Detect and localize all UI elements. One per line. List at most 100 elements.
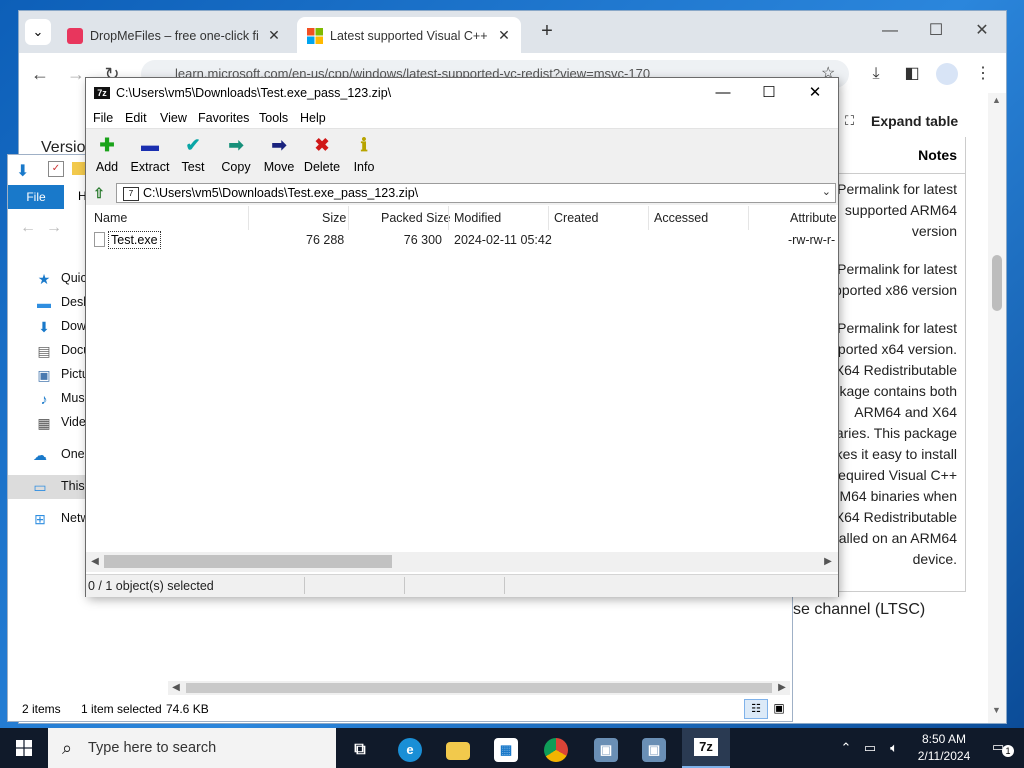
back-arrow-icon[interactable]: ← [20, 219, 36, 237]
app-taskbar-button-1[interactable]: ▣ [582, 732, 630, 768]
app-installer-icon: ▣ [642, 738, 666, 762]
status-divider [504, 577, 505, 594]
column-divider[interactable] [548, 206, 549, 230]
tab-visual-cpp[interactable]: Latest supported Visual C++ Re ✕ [297, 17, 521, 53]
col-size[interactable]: Size [322, 211, 346, 225]
search-placeholder: Type here to search [88, 740, 217, 756]
expand-icon: ⛶ [845, 113, 855, 128]
add-button[interactable]: ✚ Add [90, 133, 124, 177]
task-view-button[interactable]: ⧉ [336, 732, 384, 768]
menu-file[interactable]: File [93, 111, 113, 125]
column-divider[interactable] [648, 206, 649, 230]
list-scroll-thumb[interactable] [104, 555, 392, 568]
tab-dropmefiles[interactable]: DropMeFiles – free one-click fil ✕ [57, 17, 293, 53]
explorer-horizontal-scrollbar[interactable]: ◀ ▶ [168, 681, 790, 695]
col-modified[interactable]: Modified [454, 211, 501, 225]
tab-search-button[interactable]: ⌄ [25, 19, 51, 45]
column-divider[interactable] [448, 206, 449, 230]
menu-favorites[interactable]: Favorites [198, 111, 249, 125]
path-combobox[interactable]: 7 C:\Users\vm5\Downloads\Test.exe_pass_1… [116, 183, 836, 203]
column-divider[interactable] [348, 206, 349, 230]
sevenzip-toolbar: ✚ Add ▬ Extract ✔ Test ➡ Copy ➡ Move ✖ D… [86, 128, 838, 182]
task-view-icon: ⧉ [354, 741, 366, 758]
downloads-icon[interactable]: ⤓ [865, 63, 887, 85]
note-line: device. [912, 551, 957, 567]
sevenzip-close-button[interactable]: ✕ [792, 78, 838, 108]
scroll-right-icon[interactable]: ▶ [820, 554, 836, 570]
sevenzip-taskbar-button[interactable]: 7z [682, 728, 730, 768]
scroll-left-icon[interactable]: ◀ [87, 554, 103, 570]
selection-status: 0 / 1 object(s) selected [88, 579, 214, 593]
column-divider[interactable] [248, 206, 249, 230]
sevenzip-maximize-button[interactable]: ☐ [746, 78, 792, 108]
table-row[interactable]: Test.exe 76 288 76 300 2024-02-11 05:42 … [86, 230, 838, 250]
chrome-minimize-button[interactable]: — [867, 19, 913, 45]
menu-edit[interactable]: Edit [125, 111, 147, 125]
quick-access-download-icon[interactable]: ⬇ [16, 161, 29, 181]
clock-date[interactable]: 2/11/2024 [908, 749, 980, 763]
ribbon-file-tab[interactable]: File [8, 185, 64, 209]
page-scrollbar-thumb[interactable] [992, 255, 1002, 311]
nav-label: Dow [61, 319, 87, 333]
taskbar-search-box[interactable]: ⌕ Type here to search [48, 728, 336, 768]
chevron-down-icon[interactable]: ⌄ [822, 185, 831, 198]
chevron-up-icon[interactable]: ⌃ [838, 740, 854, 756]
delete-button[interactable]: ✖ Delete [302, 133, 342, 177]
app-taskbar-button-2[interactable]: ▣ [630, 732, 678, 768]
explorer-scroll-thumb[interactable] [186, 683, 772, 693]
folder-up-icon[interactable]: ⇧ [90, 184, 108, 202]
chrome-taskbar-button[interactable] [532, 732, 580, 768]
network-icon[interactable]: ▭ [862, 740, 878, 756]
info-button[interactable]: ℹ Info [348, 133, 380, 177]
expand-table-label: Expand table [871, 113, 959, 129]
file-explorer-taskbar-button[interactable] [434, 732, 482, 768]
properties-icon[interactable]: ✓ [48, 161, 64, 177]
scroll-down-icon[interactable]: ▼ [992, 705, 1001, 715]
chrome-maximize-button[interactable]: ☐ [913, 19, 959, 45]
col-accessed[interactable]: Accessed [654, 211, 708, 225]
tab-title: DropMeFiles – free one-click fil [90, 29, 258, 43]
profile-avatar-icon[interactable] [936, 63, 958, 85]
menu-kebab-icon[interactable]: ⋮ [972, 63, 994, 85]
chrome-icon [544, 738, 568, 762]
start-button[interactable] [0, 728, 48, 768]
extract-button[interactable]: ▬ Extract [128, 133, 172, 177]
close-tab-icon[interactable]: ✕ [265, 26, 283, 44]
menu-view[interactable]: View [160, 111, 187, 125]
col-packed-size[interactable]: Packed Size [381, 211, 450, 225]
sevenzip-logo-icon: 7z [94, 87, 110, 99]
back-button[interactable]: ← [27, 61, 53, 87]
note-line: pported x64 version. [830, 341, 957, 357]
menu-tools[interactable]: Tools [259, 111, 288, 125]
page-scrollbar[interactable]: ▲ ▼ [988, 93, 1006, 723]
notification-center-button[interactable]: ▭ 1 [992, 739, 1014, 757]
col-name[interactable]: Name [94, 211, 127, 225]
note-line: kes it easy to install [835, 446, 957, 462]
copy-button[interactable]: ➡ Copy [218, 133, 254, 177]
sevenzip-minimize-button[interactable]: — [700, 78, 746, 108]
large-icons-view-icon[interactable]: ▣ [770, 700, 788, 716]
scroll-up-icon[interactable]: ▲ [992, 95, 1001, 105]
volume-icon[interactable]: 🔈︎ [886, 740, 902, 756]
store-taskbar-button[interactable]: ▦ [482, 732, 530, 768]
forward-arrow-icon[interactable]: → [46, 219, 62, 237]
list-horizontal-scrollbar[interactable]: ◀ ▶ [86, 552, 838, 572]
chrome-close-button[interactable]: ✕ [959, 19, 1005, 45]
menu-help[interactable]: Help [300, 111, 326, 125]
clock-time[interactable]: 8:50 AM [914, 732, 974, 746]
col-attributes[interactable]: Attribute [790, 211, 837, 225]
edge-taskbar-button[interactable]: e [386, 732, 434, 768]
tab-title: Latest supported Visual C++ Re [330, 29, 490, 43]
selection-size: 74.6 KB [166, 702, 209, 716]
scroll-right-icon[interactable]: ▶ [774, 680, 790, 696]
col-created[interactable]: Created [554, 211, 598, 225]
close-tab-icon[interactable]: ✕ [495, 26, 513, 44]
new-tab-button[interactable]: + [535, 20, 559, 44]
extract-icon: ▬ [141, 135, 159, 155]
test-button[interactable]: ✔ Test [176, 133, 210, 177]
move-button[interactable]: ➡ Move [260, 133, 298, 177]
column-divider[interactable] [748, 206, 749, 230]
scroll-left-icon[interactable]: ◀ [168, 680, 184, 696]
details-view-icon[interactable]: ☷ [744, 699, 768, 719]
side-panel-icon[interactable]: ◧ [901, 63, 923, 85]
